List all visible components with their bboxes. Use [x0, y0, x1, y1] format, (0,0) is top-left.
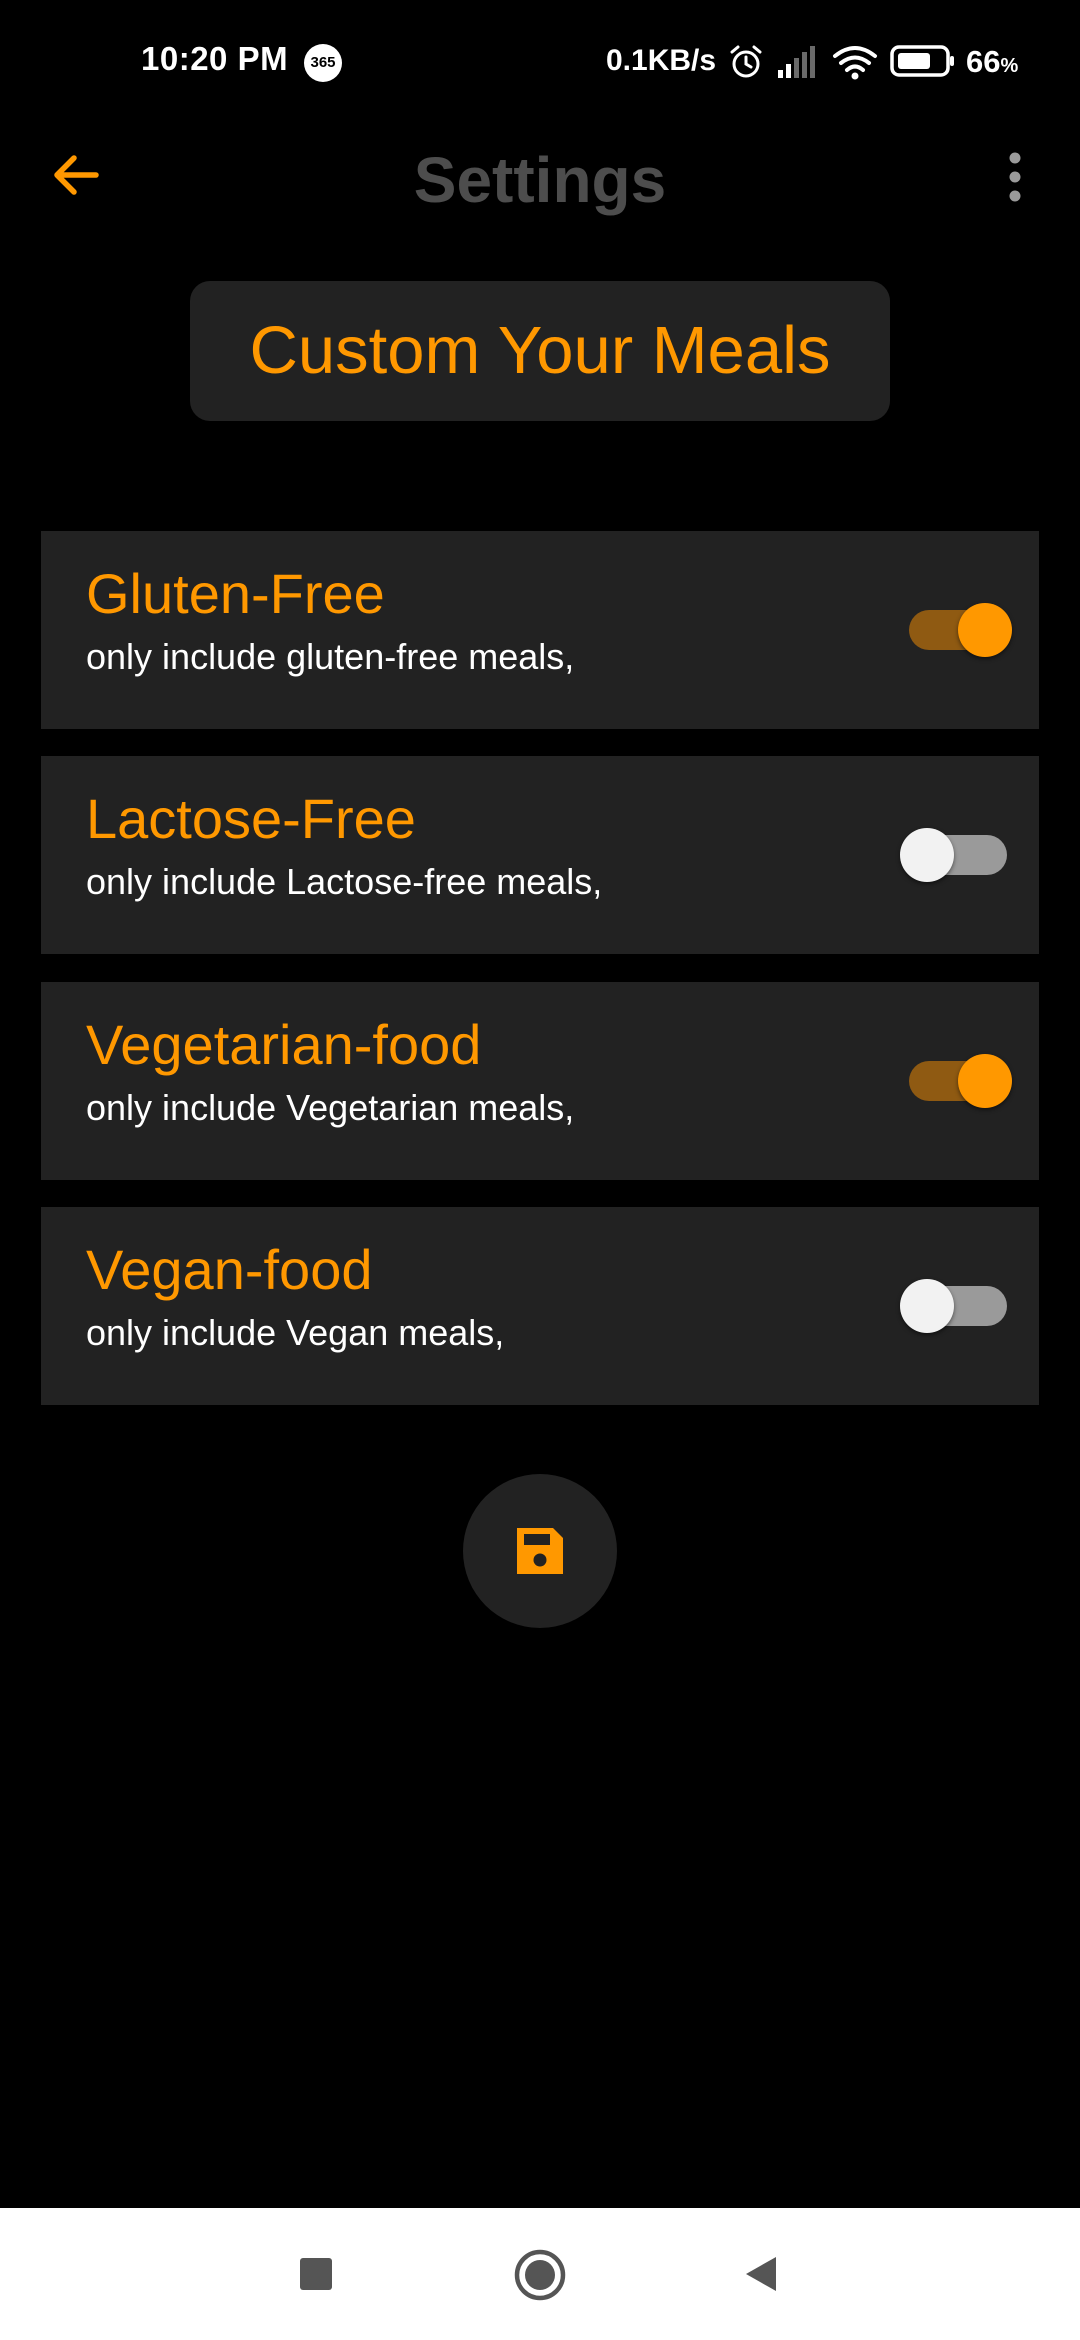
toggle-thumb	[900, 1279, 954, 1333]
custom-meals-header: Custom Your Meals	[190, 281, 890, 421]
toggle-thumb	[958, 603, 1012, 657]
option-title: Lactose-Free	[86, 787, 416, 850]
page-title: Settings	[413, 144, 667, 216]
network-speed: 0.1KB/s	[606, 44, 717, 77]
option-gluten-free: Gluten-Free only include gluten-free mea…	[41, 531, 1039, 729]
battery-level: 66%	[966, 44, 1019, 79]
option-description: only include gluten-free meals,	[86, 636, 575, 677]
option-title: Vegan-food	[86, 1238, 373, 1301]
option-description: only include Vegetarian meals,	[86, 1087, 575, 1128]
app-badge-icon: 365	[304, 44, 342, 82]
lactose-free-toggle[interactable]	[861, 822, 1007, 888]
back-arrow-icon[interactable]	[44, 142, 110, 208]
home-icon[interactable]	[513, 2248, 567, 2302]
more-vert-icon[interactable]	[995, 146, 1035, 212]
vegetarian-food-toggle[interactable]	[861, 1048, 1012, 1114]
alarm-icon	[730, 45, 762, 78]
option-lactose-free: Lactose-Free only include Lactose-free m…	[41, 756, 1039, 954]
wifi-icon	[833, 46, 877, 80]
nav-back-icon[interactable]	[742, 2254, 782, 2294]
toggle-thumb	[900, 828, 954, 882]
status-bar: 10:20 PM 365 0.1KB/s 66%	[0, 0, 1080, 124]
vegan-food-toggle[interactable]	[861, 1273, 1007, 1339]
recents-icon[interactable]	[300, 2258, 332, 2290]
gluten-free-toggle[interactable]	[861, 597, 1012, 663]
save-icon	[517, 1528, 563, 1574]
signal-icon	[778, 46, 815, 78]
system-nav-bar	[0, 2208, 1080, 2340]
option-vegetarian-food: Vegetarian-food only include Vegetarian …	[41, 982, 1039, 1180]
status-time: 10:20 PM	[141, 40, 289, 77]
save-button[interactable]	[463, 1474, 617, 1628]
battery-icon	[890, 45, 954, 77]
option-description: only include Vegan meals,	[86, 1312, 505, 1353]
option-title: Vegetarian-food	[86, 1013, 482, 1076]
option-description: only include Lactose-free meals,	[86, 861, 603, 902]
toggle-thumb	[958, 1054, 1012, 1108]
option-title: Gluten-Free	[86, 562, 385, 625]
option-vegan-food: Vegan-food only include Vegan meals,	[41, 1207, 1039, 1405]
